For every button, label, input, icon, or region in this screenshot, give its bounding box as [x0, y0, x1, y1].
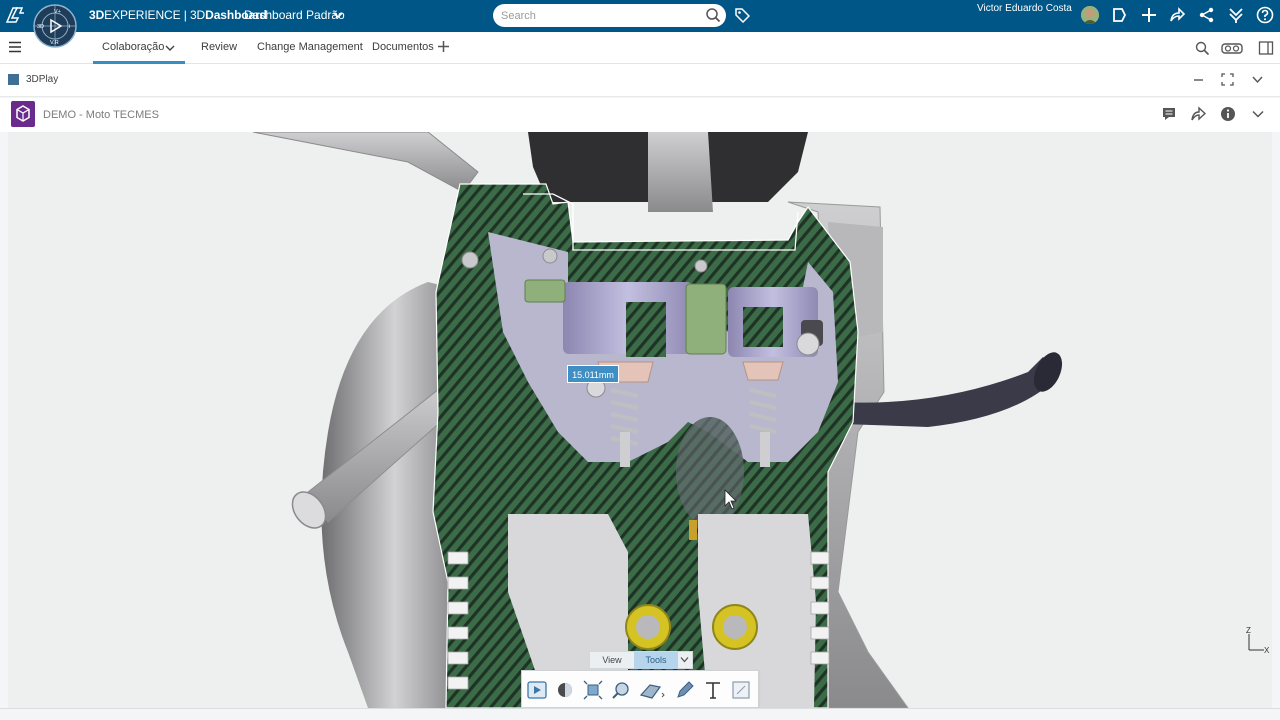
widget-title: 3DPlay — [26, 74, 59, 85]
compass-icon[interactable]: V+ 3D i V.R — [32, 0, 78, 52]
share-icon[interactable] — [1190, 106, 1206, 122]
app-brand: 3DEXPERIENCE | 3DDashboard — [89, 8, 267, 22]
tab-bar: Colaboração Review Change Management Doc… — [0, 32, 1280, 64]
brand-middle: EXPERIENCE | 3D — [104, 8, 206, 22]
tab-colaboracao[interactable]: Colaboração — [102, 41, 164, 53]
compass-left-label: 3D — [37, 24, 44, 30]
3dswym-icon[interactable] — [1110, 6, 1128, 24]
vr-glasses-icon[interactable] — [1221, 40, 1243, 56]
search-input[interactable] — [501, 8, 697, 23]
text-annotation-icon[interactable] — [702, 679, 724, 701]
3d-viewport[interactable]: 15.011mm Z X — [8, 132, 1272, 708]
brand-prefix: 3D — [89, 8, 105, 22]
engine-section-model[interactable] — [8, 132, 1272, 708]
chevron-down-icon[interactable] — [1251, 73, 1264, 86]
search-icon[interactable] — [705, 7, 721, 23]
tag-icon[interactable] — [734, 7, 750, 23]
axis-z-label: Z — [1246, 626, 1251, 635]
physical-product-icon — [11, 101, 35, 127]
apps-icon[interactable] — [1227, 6, 1245, 24]
section-icon[interactable] — [638, 679, 666, 701]
info-icon[interactable] — [1220, 106, 1236, 122]
top-bar: V+ 3D i V.R 3DEXPERIENCE | 3DDashboard D… — [0, 0, 1280, 48]
measure-icon[interactable] — [610, 679, 632, 701]
chevron-down-icon[interactable] — [165, 43, 175, 53]
document-header: DEMO - Moto TECMES — [0, 98, 1280, 132]
minimize-icon[interactable] — [1192, 73, 1205, 86]
tab-review[interactable]: Review — [201, 41, 237, 53]
compass-right-label: i — [69, 24, 70, 30]
bottom-strip — [0, 708, 1280, 720]
add-icon[interactable] — [1140, 6, 1158, 24]
3dplay-icon — [8, 74, 19, 85]
network-share-icon[interactable] — [1198, 6, 1216, 24]
compass-top-label: V+ — [54, 9, 61, 15]
search-box[interactable] — [493, 4, 726, 27]
dashboard-name[interactable]: Dashboard Padrão — [244, 8, 345, 22]
document-title: DEMO - Moto TECMES — [43, 109, 159, 121]
2d-view-icon[interactable] — [730, 679, 752, 701]
user-name[interactable]: Victor Eduardo Costa — [977, 3, 1072, 14]
pencil-icon[interactable] — [674, 679, 696, 701]
axis-x-label: X — [1264, 646, 1270, 655]
chevron-down-icon[interactable] — [680, 655, 689, 664]
play-scenario-icon[interactable] — [526, 679, 548, 701]
chevron-down-icon[interactable] — [1250, 106, 1266, 122]
measurement-label[interactable]: 15.011mm — [567, 365, 619, 383]
maximize-icon[interactable] — [1221, 73, 1234, 86]
share-icon[interactable] — [1168, 6, 1186, 24]
chevron-down-icon[interactable] — [333, 10, 343, 20]
comment-icon[interactable] — [1161, 106, 1177, 122]
add-tab-icon[interactable] — [437, 40, 450, 53]
dassault-logo-icon — [5, 7, 24, 23]
action-bar — [521, 670, 759, 708]
menu-icon[interactable] — [8, 41, 22, 53]
explode-icon[interactable] — [582, 679, 604, 701]
action-bar-tabs: View Tools — [589, 651, 693, 669]
widget-header: 3DPlay — [0, 64, 1280, 97]
tab-documentos[interactable]: Documentos — [372, 41, 434, 53]
tab-change-management[interactable]: Change Management — [257, 41, 363, 53]
tab-tools[interactable]: Tools — [634, 652, 678, 669]
help-icon[interactable] — [1256, 6, 1274, 24]
tab-view[interactable]: View — [590, 652, 634, 669]
hide-show-icon[interactable] — [554, 679, 576, 701]
compass-bottom-label: V.R — [50, 40, 59, 46]
avatar[interactable] — [1081, 6, 1099, 24]
sidebar-toggle-icon[interactable] — [1258, 40, 1274, 56]
search-content-icon[interactable] — [1194, 40, 1210, 56]
